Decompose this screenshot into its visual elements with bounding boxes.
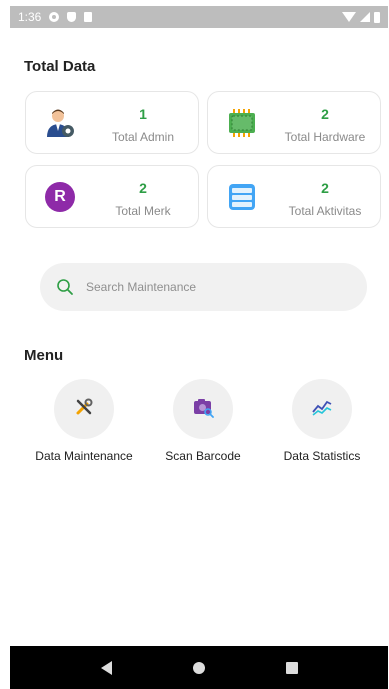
search-input[interactable]: [86, 280, 336, 294]
menu-data-statistics[interactable]: Data Statistics: [262, 379, 382, 463]
total-data-title: Total Data: [24, 58, 96, 75]
home-icon[interactable]: [192, 661, 205, 674]
total-admin-value: 1: [139, 106, 147, 122]
chip-icon: [226, 107, 258, 139]
camera-scan-icon: [192, 396, 214, 423]
total-hardware-label: Total Hardware: [284, 130, 366, 144]
status-bar: 1:36: [10, 6, 388, 28]
admin-user-icon: [44, 107, 76, 139]
battery-icon: [374, 11, 380, 23]
total-aktivitas-label: Total Aktivitas: [288, 204, 362, 218]
menu-scan-barcode[interactable]: Scan Barcode: [143, 379, 263, 463]
card-total-admin[interactable]: 1 Total Admin: [25, 91, 199, 154]
wifi-icon: [342, 12, 356, 22]
card-total-aktivitas[interactable]: 2 Total Aktivitas: [207, 165, 381, 228]
sd-card-icon: [84, 12, 93, 22]
status-time: 1:36: [18, 10, 42, 24]
total-aktivitas-value: 2: [321, 180, 329, 196]
menu-data-maintenance[interactable]: Data Maintenance: [24, 379, 144, 463]
navigation-bar: [10, 646, 388, 689]
tools-icon: [73, 396, 95, 423]
settings-icon: [49, 12, 60, 22]
total-hardware-value: 2: [321, 106, 329, 122]
list-icon: [226, 181, 258, 213]
chart-line-icon: [311, 396, 333, 423]
back-icon[interactable]: [100, 660, 112, 675]
search-icon: [54, 276, 76, 298]
brand-r-icon: R: [45, 182, 75, 212]
menu-data-maintenance-label: Data Maintenance: [35, 449, 133, 463]
total-admin-label: Total Admin: [111, 130, 175, 144]
signal-icon: [360, 12, 370, 22]
search-bar[interactable]: [40, 263, 367, 311]
total-merk-value: 2: [139, 180, 147, 196]
recent-apps-icon[interactable]: [285, 661, 298, 674]
card-total-hardware[interactable]: 2 Total Hardware: [207, 91, 381, 154]
menu-title: Menu: [24, 347, 64, 364]
menu-data-statistics-label: Data Statistics: [283, 449, 361, 463]
total-merk-label: Total Merk: [115, 204, 171, 218]
card-total-merk[interactable]: R 2 Total Merk: [25, 165, 199, 228]
menu-scan-barcode-label: Scan Barcode: [165, 449, 241, 463]
shield-icon: [67, 12, 77, 22]
